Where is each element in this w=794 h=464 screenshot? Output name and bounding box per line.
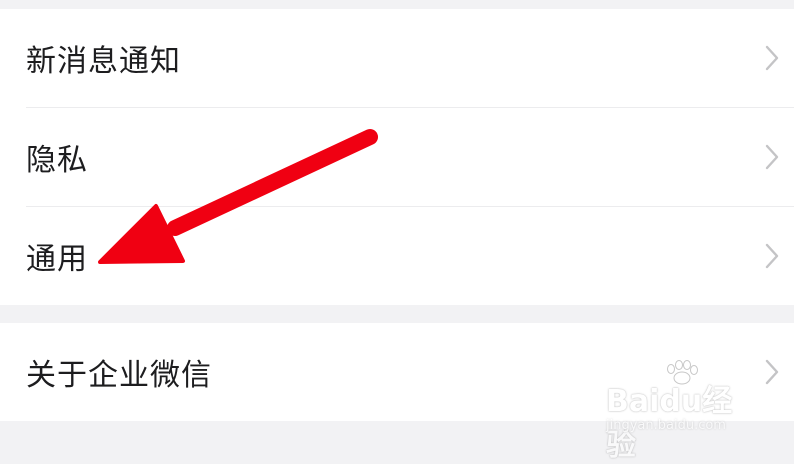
group-gap bbox=[0, 305, 794, 323]
settings-row-label: 新消息通知 bbox=[26, 44, 181, 79]
settings-row-privacy[interactable]: 隐私 bbox=[0, 108, 794, 206]
settings-row-label: 隐私 bbox=[26, 143, 88, 178]
chevron-right-icon bbox=[765, 144, 779, 170]
settings-row-new-message-notification[interactable]: 新消息通知 bbox=[0, 9, 794, 107]
chevron-right-icon bbox=[765, 243, 779, 269]
watermark: Baidu经验 jingyan.baidu.com bbox=[604, 360, 754, 463]
settings-row-general[interactable]: 通用 bbox=[0, 207, 794, 305]
watermark-url: jingyan.baidu.com bbox=[606, 418, 726, 433]
chevron-right-icon bbox=[765, 359, 779, 385]
settings-row-label: 通用 bbox=[26, 242, 88, 277]
settings-row-label: 关于企业微信 bbox=[26, 358, 212, 393]
chevron-right-icon bbox=[765, 45, 779, 71]
settings-group-1: 新消息通知 隐私 通用 bbox=[0, 9, 794, 305]
top-gap bbox=[0, 0, 794, 9]
